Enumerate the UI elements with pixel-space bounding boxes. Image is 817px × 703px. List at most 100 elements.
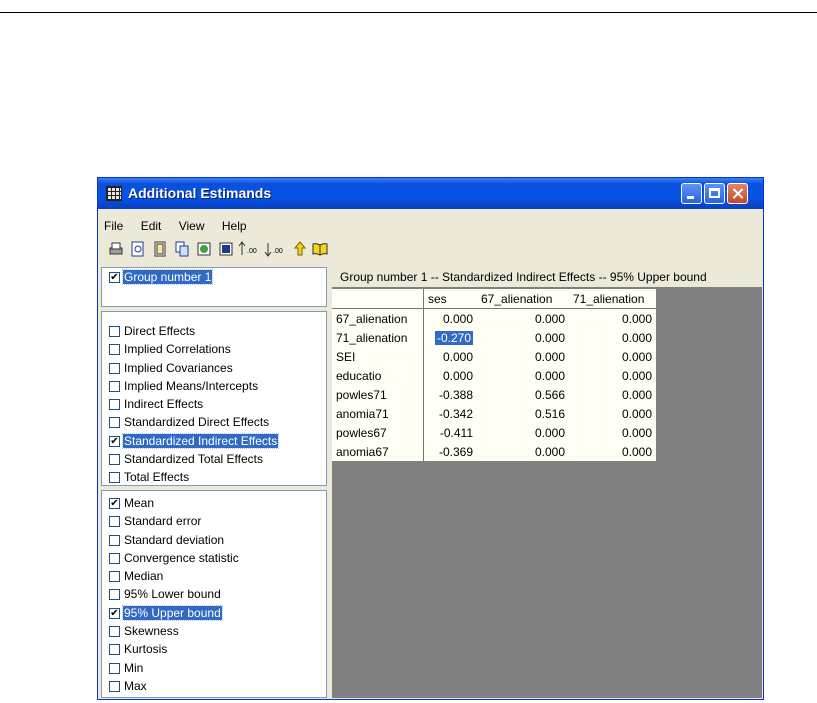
table-grid-icon — [106, 186, 122, 201]
table-cell[interactable]: -0.342 — [423, 404, 477, 423]
effects-list[interactable]: Direct Effects Implied Correlations Implie… — [101, 311, 327, 486]
table-cell[interactable]: -0.411 — [423, 423, 477, 442]
checkbox-checked[interactable]: ✔ — [109, 272, 120, 283]
checkbox-checked[interactable]: ✔ — [109, 435, 120, 447]
preview-icon[interactable] — [130, 240, 146, 258]
list-item-label: Implied Covariances — [124, 360, 233, 375]
table-cell[interactable]: -0.270 — [423, 328, 477, 347]
effect-item[interactable]: Total Effects — [102, 468, 326, 486]
figure-icon[interactable] — [218, 240, 234, 258]
effect-item[interactable]: Direct Effects — [102, 322, 326, 340]
table-cell[interactable]: 0.000 — [477, 308, 569, 328]
up-arrow-icon[interactable] — [292, 240, 308, 258]
menu-file[interactable]: File — [104, 219, 123, 233]
table-cell[interactable]: 0.000 — [569, 404, 656, 423]
title-bar[interactable]: Additional Estimands — [98, 178, 763, 209]
table-row: 71_alienation -0.270 0.000 0.000 — [332, 328, 656, 347]
statistic-item[interactable]: ✔ Mean — [102, 494, 326, 512]
statistic-item[interactable]: Standard deviation — [102, 531, 326, 549]
corner-cell — [332, 289, 424, 309]
effect-item[interactable]: Implied Correlations — [102, 340, 326, 358]
checkbox[interactable] — [109, 644, 120, 656]
checkbox-checked[interactable]: ✔ — [109, 498, 120, 509]
table-cell[interactable]: 0.000 — [569, 442, 656, 461]
statistic-item[interactable]: Min — [102, 659, 326, 677]
statistic-item[interactable]: Max — [102, 677, 326, 695]
effect-item[interactable]: Standardized Direct Effects — [102, 413, 326, 431]
table-cell[interactable]: 0.000 — [569, 423, 656, 442]
table-cell[interactable]: 0.000 — [423, 366, 477, 385]
checkbox[interactable] — [109, 326, 120, 337]
window-title: Additional Estimands — [128, 185, 272, 201]
table-cell[interactable]: -0.388 — [423, 385, 477, 404]
group-item[interactable]: ✔ Group number 1 — [102, 268, 326, 286]
statistic-item[interactable]: Median — [102, 567, 326, 585]
statistic-item[interactable]: Skewness — [102, 622, 326, 640]
row-header: anomia71 — [332, 404, 424, 423]
group-list[interactable]: ✔ Group number 1 — [101, 267, 327, 307]
checkbox[interactable] — [109, 454, 120, 466]
effect-item[interactable]: Implied Covariances — [102, 359, 326, 377]
checkbox[interactable] — [109, 662, 120, 674]
checkbox[interactable] — [109, 571, 120, 583]
print-icon[interactable] — [108, 240, 124, 258]
checkbox[interactable] — [109, 417, 120, 429]
cell-value: -0.342 — [438, 406, 473, 421]
table-cell[interactable]: 0.000 — [569, 366, 656, 385]
list-item-label: Kurtosis — [124, 642, 168, 657]
increase-decimals-icon[interactable]: .00 — [238, 240, 262, 258]
table-cell[interactable]: 0.000 — [569, 385, 656, 404]
effect-item[interactable]: Implied Means/Intercepts — [102, 377, 326, 395]
table-cell[interactable]: 0.000 — [569, 328, 656, 347]
table-cell[interactable]: 0.566 — [477, 385, 569, 404]
table-cell[interactable]: -0.369 — [423, 442, 477, 461]
statistics-list[interactable]: ✔ Mean Standard error Standard deviation Con… — [101, 490, 327, 698]
checkbox[interactable] — [109, 589, 120, 601]
copy-icon[interactable] — [174, 240, 190, 258]
table-cell[interactable]: 0.000 — [569, 308, 656, 328]
table-cell[interactable]: 0.000 — [477, 423, 569, 442]
checkbox[interactable] — [109, 344, 120, 356]
checkbox[interactable] — [109, 472, 120, 484]
statistic-item[interactable]: ✔ 95% Upper bound — [102, 604, 326, 622]
checkbox[interactable] — [109, 399, 120, 411]
table-cell[interactable]: 0.000 — [423, 347, 477, 366]
row-header: powles71 — [332, 385, 424, 404]
statistic-item[interactable]: Kurtosis — [102, 640, 326, 658]
table-cell[interactable]: 0.000 — [477, 366, 569, 385]
statistic-item[interactable]: Standard error — [102, 512, 326, 530]
checkbox[interactable] — [109, 516, 120, 528]
list-item-label: Implied Means/Intercepts — [124, 378, 259, 393]
menu-view[interactable]: View — [179, 219, 205, 233]
table-cell[interactable]: 0.000 — [477, 442, 569, 461]
checkbox[interactable] — [109, 534, 120, 546]
menu-help[interactable]: Help — [222, 219, 247, 233]
minimize-button[interactable] — [681, 183, 702, 204]
effect-item[interactable]: Indirect Effects — [102, 395, 326, 413]
decrease-decimals-icon[interactable]: .00 — [264, 240, 288, 258]
table-cell[interactable]: 0.000 — [477, 347, 569, 366]
effect-item[interactable]: Standardized Total Effects — [102, 450, 326, 468]
statistic-item[interactable]: 95% Lower bound — [102, 585, 326, 603]
checkbox[interactable] — [109, 362, 120, 374]
refresh-icon[interactable] — [196, 240, 212, 258]
checkbox[interactable] — [109, 626, 120, 638]
table-cell[interactable]: 0.000 — [423, 308, 477, 328]
list-item-label: 95% Upper bound — [122, 604, 223, 621]
table-cell[interactable]: 0.000 — [477, 328, 569, 347]
close-button[interactable] — [727, 183, 748, 204]
checkbox-checked[interactable]: ✔ — [109, 607, 120, 619]
page-setup-icon[interactable] — [152, 240, 168, 258]
maximize-button[interactable] — [704, 183, 725, 204]
effect-item[interactable]: ✔ Standardized Indirect Effects — [102, 432, 326, 450]
checkbox[interactable] — [109, 680, 120, 692]
column-header: ses — [423, 289, 477, 309]
table-row: educatio 0.000 0.000 0.000 — [332, 366, 656, 385]
menu-edit[interactable]: Edit — [141, 219, 162, 233]
checkbox[interactable] — [109, 552, 120, 564]
book-icon[interactable] — [312, 240, 328, 258]
table-cell[interactable]: 0.516 — [477, 404, 569, 423]
statistic-item[interactable]: Convergence statistic — [102, 549, 326, 567]
table-cell[interactable]: 0.000 — [569, 347, 656, 366]
checkbox[interactable] — [109, 380, 120, 392]
